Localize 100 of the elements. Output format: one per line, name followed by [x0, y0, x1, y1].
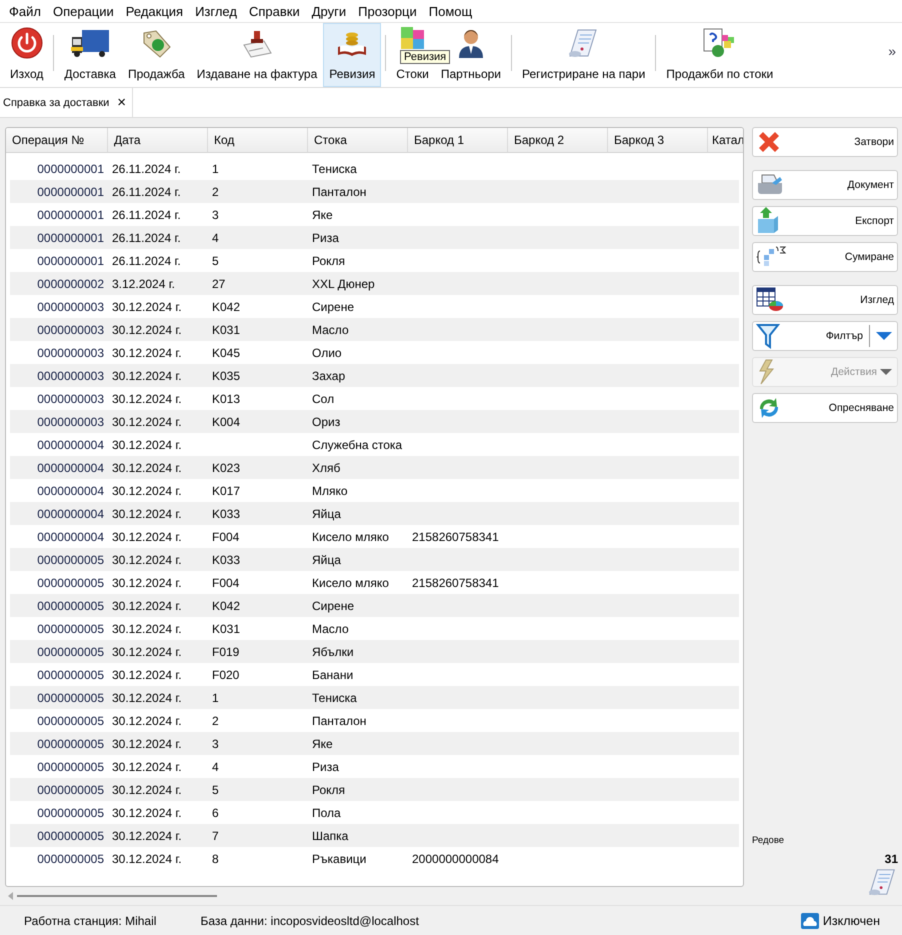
column-header[interactable]: Баркод 3 [608, 128, 708, 152]
table-cell: 0000000005 [37, 782, 104, 796]
column-header[interactable]: Операция № [6, 128, 108, 152]
table-cell: 0000000001 [37, 208, 104, 222]
table-cell: 30.12.2024 г. [112, 438, 182, 452]
toolbar-button[interactable]: Регистриране на пари [516, 23, 652, 87]
toolbar-button[interactable]: Изход [4, 23, 50, 87]
toolbar-button[interactable]: Доставка [58, 23, 122, 87]
table-cell: Яйца [312, 552, 341, 566]
table-cell: 0000000004 [37, 460, 104, 474]
table-cell: F004 [212, 530, 240, 544]
table-cell: 0000000005 [37, 644, 104, 658]
table-cell: Масло [312, 622, 349, 636]
table-cell: Ябълки [312, 644, 354, 658]
table-cell: 0000000004 [37, 484, 104, 498]
table-cell: 30.12.2024 г. [112, 736, 182, 750]
table-cell: 27 [212, 276, 226, 290]
table-cell: 0000000005 [37, 668, 104, 682]
toolbar-button[interactable]: Издаване на фактура [190, 23, 324, 87]
table-cell: 30.12.2024 г. [112, 460, 182, 474]
menu-item[interactable]: Изглед [189, 4, 243, 18]
side-button[interactable]: Документ [752, 170, 898, 200]
column-header[interactable]: Баркод 1 [408, 128, 508, 152]
table-cell: Яке [312, 208, 333, 222]
table-cell: 3 [212, 736, 219, 750]
column-header[interactable]: Баркод 2 [508, 128, 608, 152]
column-header[interactable]: Стока [308, 128, 408, 152]
table-cell: 0000000005 [37, 622, 104, 636]
rows-count: 31 [884, 852, 898, 866]
table-cell: 0000000004 [37, 506, 104, 520]
table-cell: 0000000004 [37, 530, 104, 544]
table-cell: 2158260758341 [412, 576, 499, 590]
table-cell: Панталон [312, 714, 366, 728]
table-cell: 30.12.2024 г. [112, 782, 182, 796]
table-cell: K045 [212, 346, 240, 360]
table-cell: Масло [312, 322, 349, 336]
table-cell: 2 [212, 184, 219, 198]
table-cell: 30.12.2024 г. [112, 644, 182, 658]
side-button[interactable]: Затвори [752, 127, 898, 157]
table-cell: 7 [212, 828, 219, 842]
table-cell: Олио [312, 346, 342, 360]
table-cell: 0000000003 [37, 392, 104, 406]
table-cell: 30.12.2024 г. [112, 392, 182, 406]
close-icon[interactable]: × [117, 94, 126, 111]
table-cell: 30.12.2024 г. [112, 852, 182, 866]
side-button[interactable]: Опресняване [752, 393, 898, 423]
table-cell: 2158260758341 [412, 530, 499, 544]
table-cell: 26.11.2024 г. [112, 254, 181, 268]
table-cell: 30.12.2024 г. [112, 530, 182, 544]
table-cell: 2 [212, 714, 219, 728]
table-cell: 26.11.2024 г. [112, 208, 181, 222]
menu-item[interactable]: Справки [242, 4, 306, 18]
table-cell: F020 [212, 668, 240, 682]
menu-item[interactable]: Операции [46, 4, 120, 18]
table-cell: 0000000005 [37, 828, 104, 842]
menu-item[interactable]: Файл [3, 4, 47, 18]
side-button[interactable]: Изглед [752, 285, 898, 315]
table-cell: Кисело мляко [312, 530, 389, 544]
table-cell: 0000000003 [37, 414, 104, 428]
column-header[interactable]: Код [208, 128, 308, 152]
side-button[interactable]: Сумиране [752, 242, 898, 272]
table-cell: 30.12.2024 г. [112, 506, 182, 520]
menu-item[interactable]: Помощ [422, 4, 478, 18]
menu-item[interactable]: Други [306, 4, 352, 18]
table-cell: F004 [212, 576, 240, 590]
table-cell: 1 [212, 690, 219, 704]
toolbar-button[interactable]: Продажби по стоки [660, 23, 780, 87]
table-cell: 0000000005 [37, 552, 104, 566]
filter-button[interactable]: Филтър [752, 321, 898, 351]
table-cell: 0000000001 [37, 254, 104, 268]
table-cell: Сирене [312, 598, 354, 612]
table-cell: Шапка [312, 828, 348, 842]
table-cell: 0000000003 [37, 322, 104, 336]
table-cell: K035 [212, 368, 240, 382]
column-header[interactable]: Дата [108, 128, 208, 152]
table-cell: Риза [312, 760, 339, 774]
table-cell: K031 [212, 322, 240, 336]
table-cell: 1 [212, 162, 219, 176]
workstation-label: Работна станция: Mihail [24, 914, 156, 928]
table-cell: Сол [312, 392, 334, 406]
table-cell: Панталон [312, 184, 366, 198]
table-cell: 30.12.2024 г. [112, 806, 182, 820]
table-cell: K031 [212, 622, 240, 636]
menu-item[interactable]: Редакция [120, 4, 190, 18]
table-cell: Хляб [312, 460, 340, 474]
table-cell: 0000000003 [37, 346, 104, 360]
table-cell: Тениска [312, 690, 357, 704]
side-button[interactable]: Експорт [752, 206, 898, 236]
toolbar-button[interactable]: Ревизия [323, 23, 382, 87]
menu-item[interactable]: Прозорци [352, 4, 423, 18]
table-cell: K042 [212, 598, 240, 612]
table-cell: 30.12.2024 г. [112, 668, 182, 682]
table-cell: 0000000005 [37, 760, 104, 774]
table-cell: Яйца [312, 506, 341, 520]
table-cell: 30.12.2024 г. [112, 300, 182, 314]
table-cell: 26.11.2024 г. [112, 230, 181, 244]
toolbar-button[interactable]: Продажба [122, 23, 191, 87]
table-cell: Сирене [312, 300, 354, 314]
table-cell: 30.12.2024 г. [112, 322, 182, 336]
overflow-button[interactable]: » [882, 23, 902, 87]
